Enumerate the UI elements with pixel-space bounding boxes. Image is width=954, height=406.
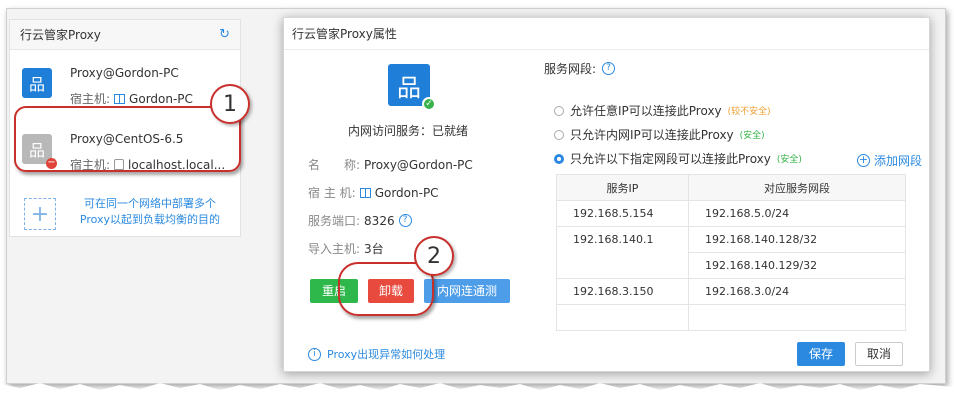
refresh-icon[interactable]: ↻ — [219, 27, 230, 42]
callout-highlight-1 — [14, 106, 241, 172]
sidebar-header: 行云管家Proxy ↻ — [10, 20, 240, 50]
radio-note: (安全) — [739, 131, 765, 141]
info-key: 宿 主 机: — [308, 186, 356, 200]
radio-any-ip[interactable]: 允许任意IP可以连接此Proxy (较不安全) — [554, 102, 771, 119]
info-key: 名 称: — [308, 158, 361, 172]
check-icon: ✓ — [422, 97, 436, 111]
info-host: 宿 主 机: Gordon-PC — [308, 184, 439, 201]
proxy-item-gordon[interactable]: 品 Proxy@Gordon-PC 宿主机: Gordon-PC — [10, 54, 240, 114]
sidebar-title: 行云管家Proxy — [20, 28, 101, 42]
cell-ip: 192.168.3.150 — [556, 278, 689, 305]
radio-intranet-ip[interactable]: 只允许内网IP可以连接此Proxy (安全) — [554, 126, 765, 143]
cell-segment: 192.168.140.129/32 — [688, 252, 906, 279]
cell-segment — [688, 304, 906, 331]
info-port: 服务端口: 8326 ? — [308, 212, 412, 229]
table-row: 192.168.140.1 192.168.140.128/32 — [556, 226, 906, 279]
info-value: Gordon-PC — [374, 185, 439, 200]
table-row: 192.168.5.154 192.168.5.0/24 — [556, 200, 906, 227]
proxy-host: 宿主机: Gordon-PC — [70, 90, 193, 107]
segment-label: 服务网段: ? — [544, 60, 616, 77]
radio-icon[interactable] — [554, 153, 564, 164]
radio-icon[interactable] — [554, 105, 564, 116]
network-icon: 品 — [22, 68, 52, 98]
torn-edge — [0, 383, 954, 406]
column-header: 服务IP — [556, 174, 689, 201]
add-proxy-tip: 可在同一个网络中部署多个Proxy以起到负载均衡的目的 — [79, 197, 221, 226]
cell-ip: 192.168.5.154 — [556, 200, 689, 227]
cell-segment: 192.168.5.0/24 — [688, 200, 906, 227]
segment-table: 服务IP 对应服务网段 192.168.5.154 192.168.5.0/24… — [556, 174, 906, 331]
segment-label-text: 服务网段: — [544, 62, 597, 76]
cancel-button[interactable]: 取消 — [855, 342, 903, 366]
host-label: 宿主机: — [70, 92, 111, 106]
radio-icon[interactable] — [554, 129, 564, 140]
radio-label: 只允许内网IP可以连接此Proxy — [570, 128, 734, 142]
info-value: 3台 — [364, 242, 384, 256]
radio-specified-segment[interactable]: 只允许以下指定网段可以连接此Proxy (安全) — [554, 150, 802, 167]
step-badge-1: 1 — [210, 84, 250, 124]
troubleshoot-link[interactable]: i Proxy出现异常如何处理 — [308, 346, 445, 362]
troubleshoot-text: Proxy出现异常如何处理 — [327, 348, 446, 361]
table-header-row: 服务IP 对应服务网段 — [556, 174, 906, 201]
radio-label: 允许任意IP可以连接此Proxy — [570, 104, 722, 118]
radio-note: (安全) — [776, 155, 802, 165]
info-import: 导入主机: 3台 — [308, 240, 384, 257]
save-button[interactable]: 保存 — [797, 342, 845, 366]
info-key: 导入主机: — [308, 242, 361, 256]
table-row: 192.168.3.150 192.168.3.0/24 — [556, 278, 906, 305]
info-icon: i — [308, 347, 321, 361]
help-icon[interactable]: ? — [602, 62, 616, 75]
table-row — [556, 304, 906, 331]
proxy-name: Proxy@Gordon-PC — [70, 66, 179, 80]
radio-note: (较不安全) — [727, 107, 771, 117]
radio-label: 只允许以下指定网段可以连接此Proxy — [570, 152, 771, 166]
windows-icon — [114, 93, 126, 104]
plus-icon: + — [856, 153, 870, 167]
cell-segment: 192.168.3.0/24 — [688, 278, 906, 305]
info-name: 名 称: Proxy@Gordon-PC — [308, 156, 473, 173]
cell-ip — [556, 304, 689, 331]
add-segment-link[interactable]: + 添加网段 — [856, 152, 922, 169]
service-status: 内网访问服务：已就绪 — [347, 124, 468, 138]
step-badge-2: 2 — [414, 236, 454, 276]
connectivity-test-button[interactable]: 内网连通测试 — [424, 279, 510, 322]
add-segment-label: 添加网段 — [873, 154, 922, 168]
column-header: 对应服务网段 — [688, 174, 906, 201]
add-proxy-button[interactable]: + — [24, 198, 56, 230]
info-value: Proxy@Gordon-PC — [364, 157, 473, 172]
info-value: 8326 — [364, 213, 395, 228]
host-value: Gordon-PC — [129, 91, 193, 106]
proxy-properties-dialog: 行云管家Proxy属性 品 ✓ 内网访问服务：已就绪 名 称: Proxy@Go… — [283, 17, 930, 372]
info-key: 服务端口: — [308, 214, 361, 228]
cell-segment: 192.168.140.128/32 — [688, 226, 906, 253]
windows-icon — [359, 187, 371, 198]
dialog-title: 行云管家Proxy属性 — [284, 18, 929, 50]
help-icon[interactable]: ? — [398, 214, 412, 227]
cell-ip: 192.168.140.1 — [556, 226, 689, 279]
